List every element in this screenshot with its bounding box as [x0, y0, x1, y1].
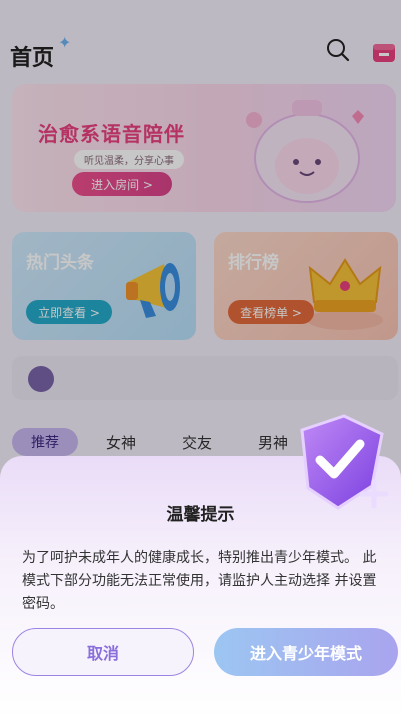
enter-youth-mode-button[interactable]: 进入青少年模式: [214, 628, 398, 676]
cancel-button[interactable]: 取消: [12, 628, 194, 676]
dialog-title: 温馨提示: [166, 505, 235, 525]
dialog-message: 为了呵护未成年人的健康成长，特别推出青少年模式。 此模式下部分功能无法正常使用，…: [22, 550, 377, 612]
